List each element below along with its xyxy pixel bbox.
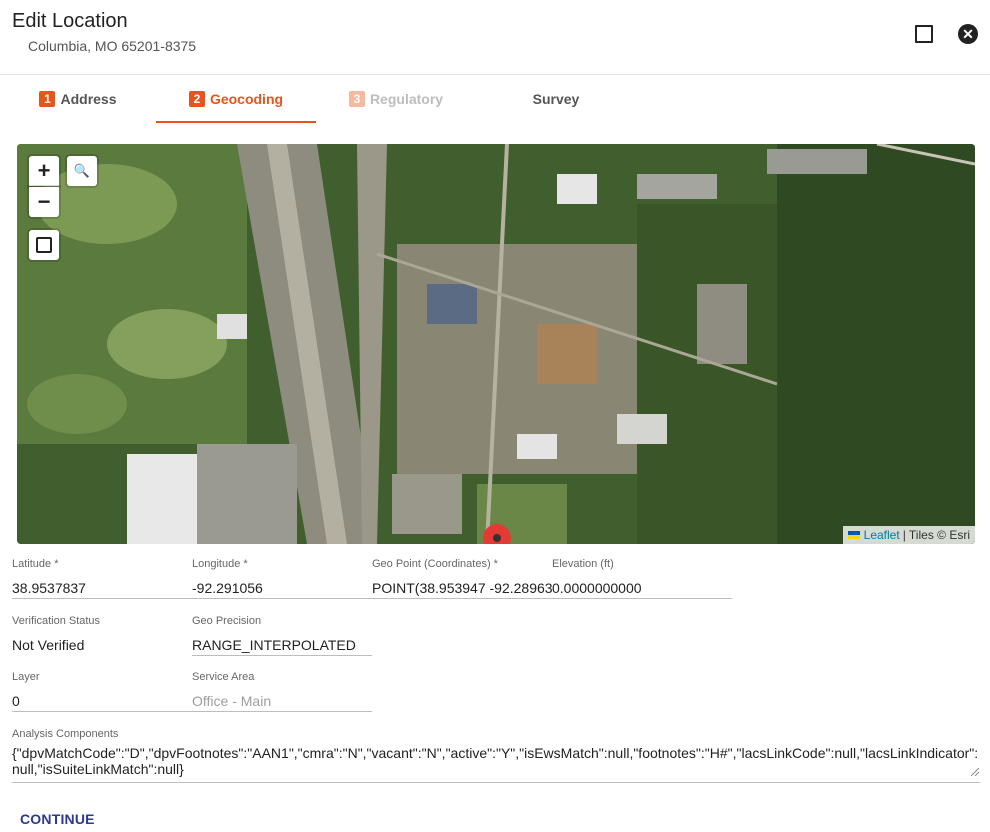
tab-label: Address (60, 91, 117, 107)
map-imagery (17, 144, 975, 544)
row1-underline (12, 598, 732, 599)
service-area-field: Service Area Office - Main (192, 671, 372, 709)
latitude-field[interactable]: Latitude * 38.9537837 (12, 558, 192, 596)
zoom-in-button[interactable]: + (29, 156, 59, 186)
analysis-components-label: Analysis Components (12, 728, 119, 740)
service-area-label: Service Area (192, 671, 255, 683)
verification-status-label: Verification Status (12, 615, 101, 627)
tab-survey[interactable]: Survey (476, 76, 636, 122)
step-number: 1 (39, 91, 56, 107)
continue-button[interactable]: CONTINUE (12, 807, 103, 831)
geo-precision-label: Geo Precision (192, 615, 262, 627)
maximize-icon (915, 25, 933, 43)
tab-geocoding[interactable]: 2 Geocoding (156, 76, 316, 123)
satellite-map[interactable]: + − 🔍 Leaflet | Tiles © Esri (17, 144, 975, 544)
geo-point-input[interactable]: POINT(38.953947 -92.289631 (372, 580, 552, 596)
longitude-input[interactable]: -92.291056 (192, 580, 372, 596)
ukraine-flag-icon (847, 531, 860, 539)
map-search-button[interactable]: 🔍 (67, 156, 97, 186)
close-button[interactable]: ✕ (956, 22, 980, 46)
dialog-subtitle: Columbia, MO 65201-8375 (28, 38, 197, 54)
row2-underline (192, 655, 372, 656)
elevation-input[interactable]: 0.0000000000 (552, 580, 732, 596)
step-number: 3 (348, 91, 365, 107)
elevation-field[interactable]: Elevation (ft) 0.0000000000 (552, 558, 732, 596)
tiles-attribution: | Tiles © Esri (902, 528, 970, 542)
step-number: 2 (188, 90, 205, 107)
tab-address[interactable]: 1 Address (0, 76, 156, 122)
tab-label: Survey (532, 91, 580, 107)
draw-rectangle-button[interactable] (29, 230, 59, 260)
tab-regulatory[interactable]: 3 Regulatory (316, 76, 476, 122)
longitude-label: Longitude * (192, 558, 248, 570)
geo-precision-input[interactable]: RANGE_INTERPOLATED (192, 637, 372, 653)
latitude-input[interactable]: 38.9537837 (12, 580, 192, 596)
longitude-field[interactable]: Longitude * -92.291056 (192, 558, 372, 596)
verification-status-value: Not Verified (12, 637, 85, 653)
geo-point-label: Geo Point (Coordinates) * (372, 558, 498, 570)
latitude-label: Latitude * (12, 558, 59, 570)
layer-input[interactable]: 0 (12, 693, 192, 709)
close-icon: ✕ (958, 24, 978, 44)
service-area-value: Office - Main (192, 693, 272, 709)
geo-precision-field[interactable]: Geo Precision RANGE_INTERPOLATED (192, 615, 372, 653)
step-tabs: 1 Address 2 Geocoding 3 Regulatory Surve… (0, 76, 990, 124)
tab-label: Regulatory (369, 91, 444, 107)
search-icon: 🔍 (73, 163, 91, 178)
tab-label: Geocoding (209, 90, 284, 107)
dialog-title: Edit Location (12, 10, 128, 32)
layer-label: Layer (12, 671, 40, 683)
square-icon (36, 237, 52, 253)
map-attribution: Leaflet | Tiles © Esri (842, 526, 975, 544)
leaflet-link[interactable]: Leaflet (864, 528, 900, 542)
layer-field[interactable]: Layer 0 (12, 671, 192, 709)
geo-point-field[interactable]: Geo Point (Coordinates) * POINT(38.95394… (372, 558, 552, 596)
analysis-underline (12, 782, 980, 783)
maximize-button[interactable] (912, 22, 936, 46)
analysis-components-textarea[interactable]: {"dpvMatchCode":"D","dpvFootnotes":"AAN1… (12, 745, 980, 777)
verification-status-field: Verification Status Not Verified (12, 615, 192, 653)
location-marker-icon[interactable] (483, 524, 511, 544)
dialog-header: Edit Location Columbia, MO 65201-8375 ✕ (0, 0, 990, 75)
zoom-out-button[interactable]: − (29, 187, 59, 217)
elevation-label: Elevation (ft) (552, 558, 614, 570)
resize-grip-icon[interactable] (971, 768, 979, 776)
row3-underline (12, 711, 372, 712)
